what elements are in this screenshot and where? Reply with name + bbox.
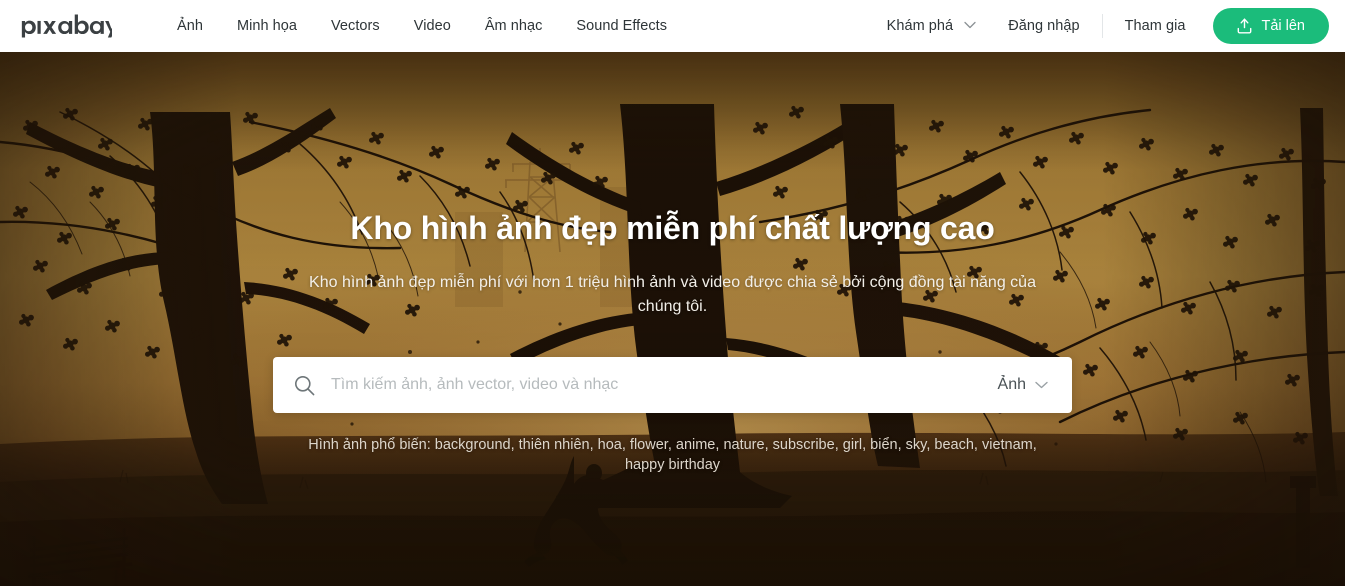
popular-tag[interactable]: anime [676, 437, 716, 453]
hero-subtitle: Kho hình ảnh đẹp miễn phí với hơn 1 triệ… [309, 274, 1036, 315]
chevron-down-icon [964, 21, 976, 29]
nav-divider [1101, 14, 1103, 38]
popular-tag[interactable]: girl [843, 437, 862, 453]
popular-tag[interactable]: subscribe [773, 437, 835, 453]
popular-tag[interactable]: vietnam [982, 437, 1033, 453]
nav-link-photos[interactable]: Ảnh [160, 10, 220, 42]
upload-button[interactable]: Tải lên [1213, 8, 1329, 44]
popular-searches: Hình ảnh phổ biến: background, thiên nhi… [293, 435, 1053, 475]
hero-section: Kho hình ảnh đẹp miễn phí chất lượng cao… [0, 52, 1345, 586]
site-header: Ảnh Minh họa Vectors Video Âm nhạc Sound… [0, 0, 1345, 52]
popular-tag-list: background, thiên nhiên, hoa, flower, an… [434, 437, 1037, 473]
popular-tag[interactable]: flower [630, 437, 668, 453]
popular-tag[interactable]: nature [723, 437, 764, 453]
nav-link-join[interactable]: Tham gia [1109, 10, 1202, 42]
search-icon[interactable] [293, 374, 315, 396]
primary-navigation: Ảnh Minh họa Vectors Video Âm nhạc Sound… [160, 10, 684, 42]
secondary-navigation: Khám phá Đăng nhập Tham gia Tải lên [871, 8, 1329, 44]
popular-tag[interactable]: beach [934, 437, 974, 453]
nav-link-video[interactable]: Video [397, 10, 468, 42]
nav-link-explore[interactable]: Khám phá [871, 10, 993, 42]
popular-tag[interactable]: hoa [598, 437, 622, 453]
upload-icon [1237, 18, 1252, 34]
page-title: Kho hình ảnh đẹp miễn phí chất lượng cao [350, 210, 995, 246]
nav-link-vectors[interactable]: Vectors [314, 10, 397, 42]
popular-tag[interactable]: thiên nhiên [519, 437, 590, 453]
hero-content: Kho hình ảnh đẹp miễn phí chất lượng cao… [0, 52, 1345, 586]
popular-tag[interactable]: background [435, 437, 511, 453]
nav-link-login[interactable]: Đăng nhập [992, 10, 1095, 42]
nav-link-sound-effects[interactable]: Sound Effects [559, 10, 684, 42]
search-type-dropdown[interactable]: Ảnh [984, 368, 1058, 402]
pixabay-logo[interactable] [20, 14, 112, 38]
nav-link-music[interactable]: Âm nhạc [468, 10, 560, 42]
nav-link-illustrations[interactable]: Minh họa [220, 10, 314, 42]
search-bar[interactable]: Ảnh [273, 357, 1072, 413]
search-type-label: Ảnh [997, 376, 1026, 393]
chevron-down-icon [1035, 376, 1048, 394]
popular-tag[interactable]: happy birthday [625, 457, 720, 473]
popular-prefix: Hình ảnh phổ biến: [308, 437, 431, 453]
explore-label: Khám phá [886, 18, 954, 34]
upload-button-label: Tải lên [1261, 18, 1305, 34]
popular-tag[interactable]: sky [906, 437, 927, 453]
search-input[interactable] [331, 357, 984, 413]
popular-tag[interactable]: biển [870, 437, 897, 453]
